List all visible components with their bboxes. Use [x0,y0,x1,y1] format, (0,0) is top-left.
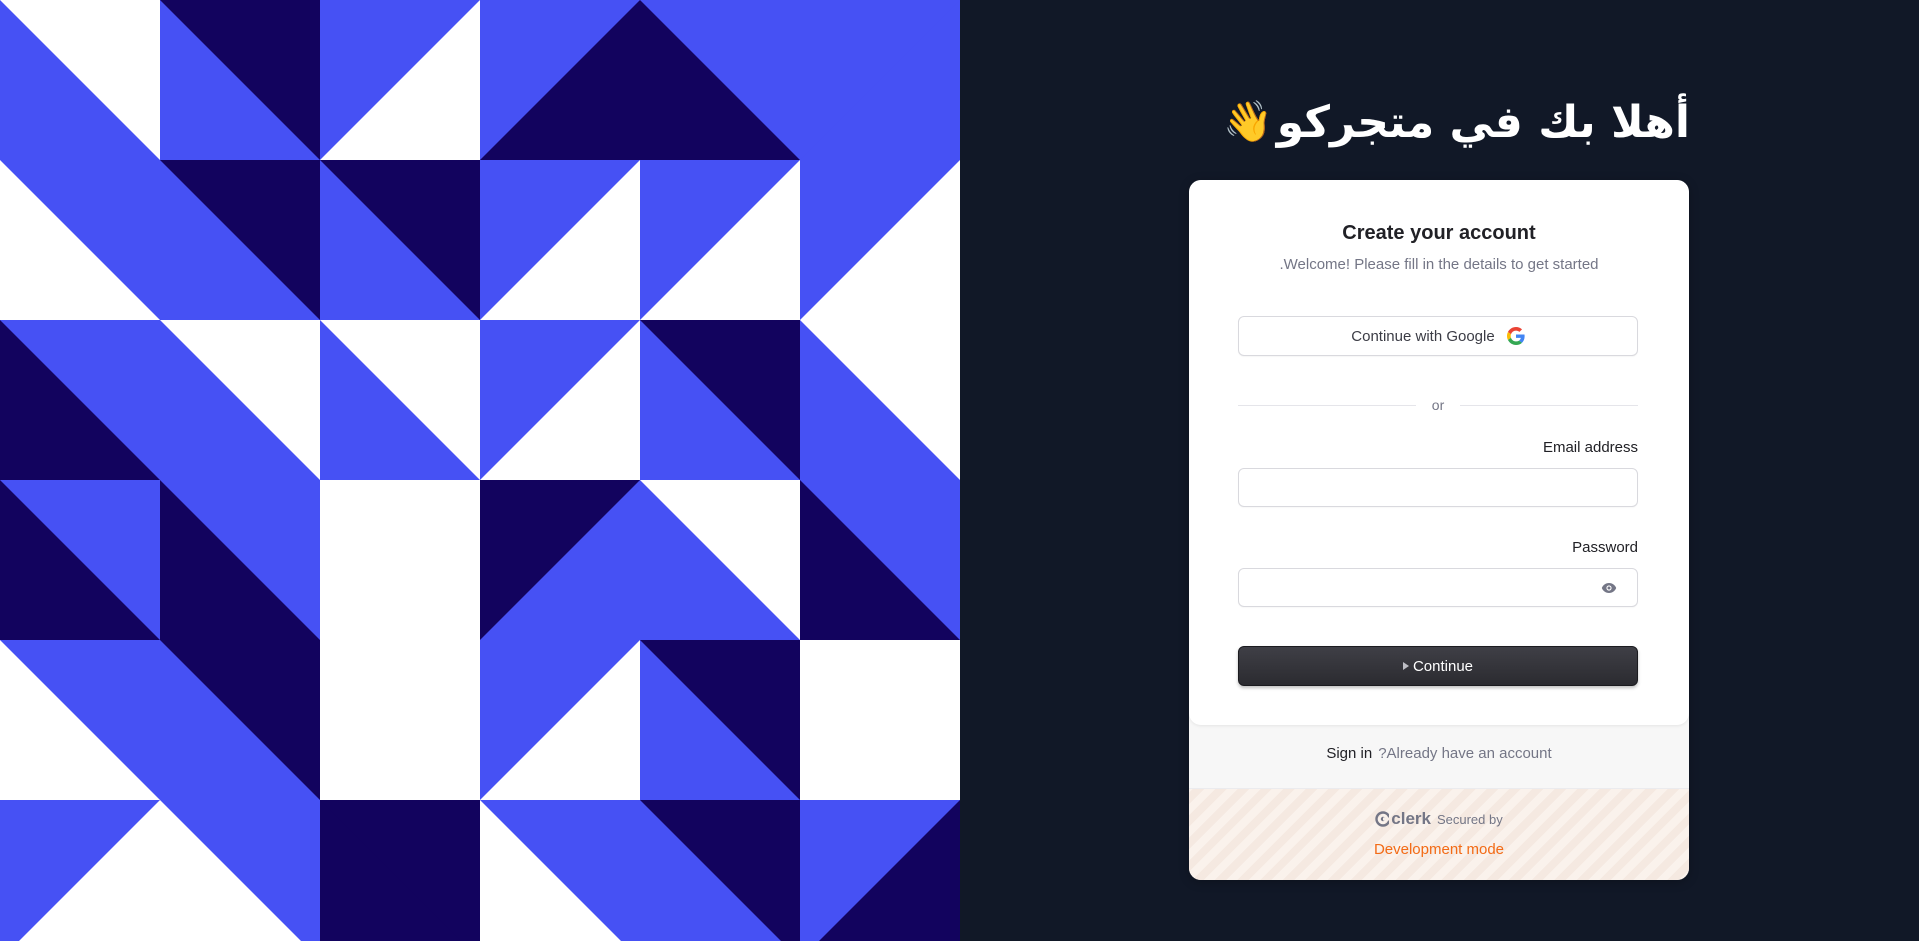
divider-line-right [1460,404,1639,406]
secured-by-label: Secured by [1436,811,1503,827]
divider-line-left [1238,404,1416,406]
eye-icon[interactable] [1601,581,1617,595]
pattern-graphic [0,0,960,941]
signin-row: Sign in Already have an account? [1189,745,1689,762]
continue-button[interactable]: Continue [1238,646,1638,686]
password-field[interactable] [1239,569,1637,606]
decorative-pattern [0,0,960,941]
signup-page: 👋 أهلا بك في متجركو Create your account … [0,0,1919,941]
divider-label: or [1431,397,1445,413]
password-field-wrapper [1238,568,1638,607]
card-footer: clerk Secured by Development mode [1189,788,1689,880]
continue-with-google-button[interactable]: Continue with Google [1238,316,1638,356]
waving-hand-icon: 👋 [1222,99,1273,145]
email-field-wrapper [1238,468,1638,507]
email-field[interactable] [1239,469,1637,506]
password-label: Password [1572,539,1638,556]
email-label: Email address [1542,439,1638,456]
or-divider: or [1238,395,1639,415]
signup-panel: 👋 أهلا بك في متجركو Create your account … [960,0,1919,941]
caret-right-icon [1402,662,1409,670]
google-button-label: Continue with Google [1351,327,1495,345]
development-mode-label: Development mode [1373,841,1505,858]
welcome-heading: 👋 أهلا بك في متجركو [1223,92,1690,152]
google-g-icon [1506,327,1525,345]
clerk-logo[interactable]: clerk [1375,809,1431,829]
card-title: Create your account [1342,222,1536,244]
card-subtitle: Welcome! Please fill in the details to g… [1279,256,1599,273]
clerk-logo-icon [1375,811,1390,827]
clerk-brand-text: clerk [1391,809,1431,828]
welcome-title: أهلا بك في متجركو [1276,96,1690,148]
secured-by-row: clerk Secured by [1189,809,1689,829]
signin-prompt: Already have an account? [1378,745,1552,762]
signup-card: Create your account Welcome! Please fill… [1189,180,1689,880]
signup-form: Create your account Welcome! Please fill… [1189,180,1689,725]
sign-in-link[interactable]: Sign in [1326,745,1372,762]
continue-button-label: Continue [1412,657,1474,675]
